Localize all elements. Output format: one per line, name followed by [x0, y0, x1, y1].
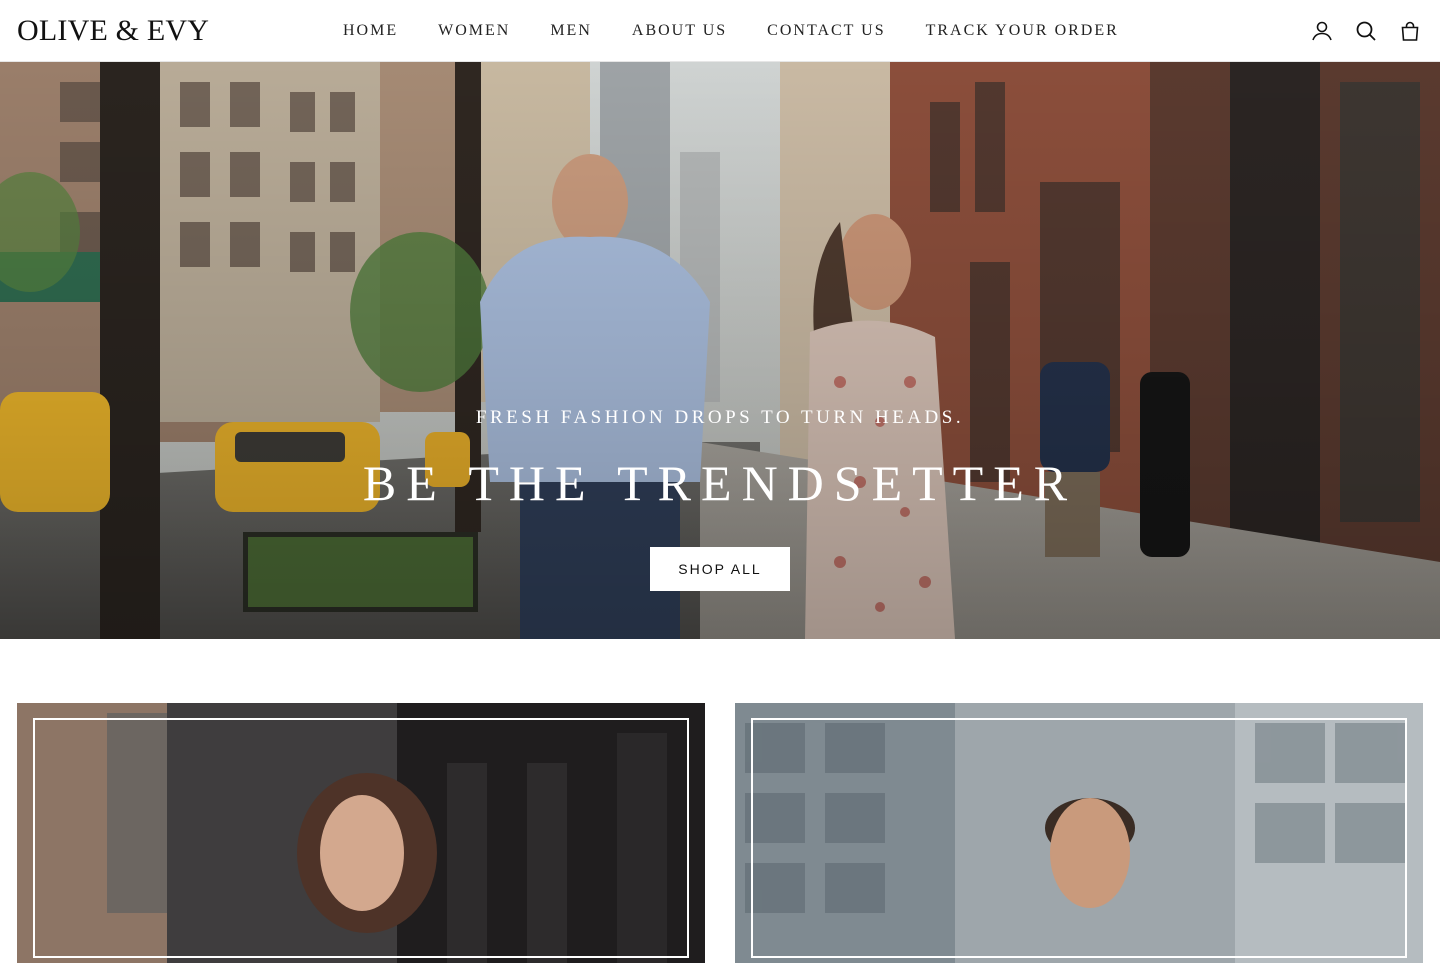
hero-banner: FRESH FASHION DROPS TO TURN HEADS. BE TH…	[0, 62, 1440, 639]
site-header: OLIVE & EVY HOME WOMEN MEN ABOUT US CONT…	[0, 0, 1440, 62]
women-category-image	[17, 703, 705, 963]
main-nav: HOME WOMEN MEN ABOUT US CONTACT US TRACK…	[343, 21, 1119, 41]
nav-track-your-order[interactable]: TRACK YOUR ORDER	[926, 21, 1119, 41]
header-actions	[1290, 19, 1422, 43]
account-icon[interactable]	[1310, 19, 1334, 43]
men-category-image	[735, 703, 1423, 963]
bag-icon[interactable]	[1398, 19, 1422, 43]
men-category-tile[interactable]	[735, 703, 1423, 963]
brand-logo[interactable]: OLIVE & EVY	[17, 14, 209, 48]
nav-women[interactable]: WOMEN	[438, 21, 510, 41]
women-category-tile[interactable]	[17, 703, 705, 963]
search-icon[interactable]	[1354, 19, 1378, 43]
nav-men[interactable]: MEN	[550, 21, 592, 41]
hero-subtitle: FRESH FASHION DROPS TO TURN HEADS.	[475, 407, 965, 428]
hero-title: BE THE TRENDSETTER	[362, 455, 1078, 511]
nav-about-us[interactable]: ABOUT US	[632, 21, 727, 41]
shop-all-button[interactable]: SHOP ALL	[650, 547, 790, 591]
nav-contact-us[interactable]: CONTACT US	[767, 21, 885, 41]
nav-home[interactable]: HOME	[343, 21, 398, 41]
